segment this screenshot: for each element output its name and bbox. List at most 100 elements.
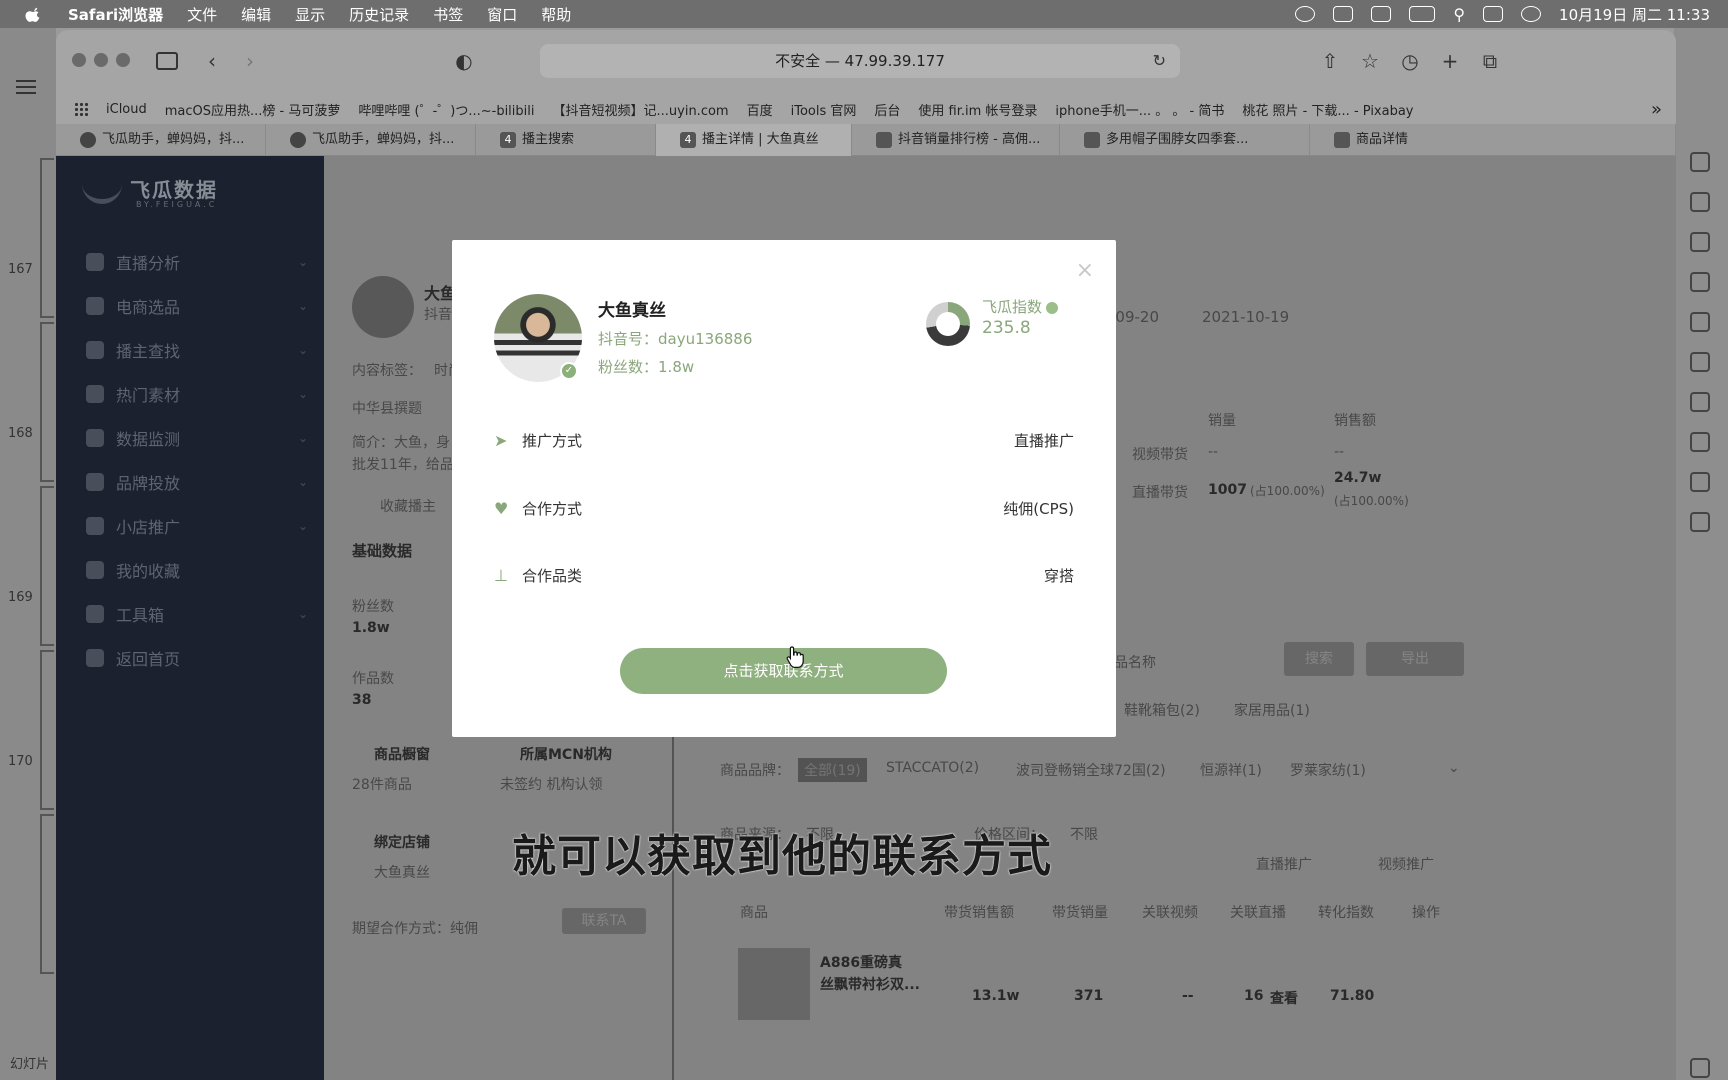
hand-cursor-icon bbox=[786, 646, 804, 668]
menu-bar: Safari浏览器 文件 编辑 显示 历史记录 书签 窗口 帮助 ⚲ 10月19… bbox=[0, 0, 1728, 28]
feigua-index-title: 飞瓜指数 bbox=[982, 298, 1043, 316]
bookmarks-bar: iCloud macOS应用热...榜 - 马可菠萝 哔哩哔哩 (゜-゜)つ..… bbox=[56, 94, 1676, 124]
close-window-button[interactable] bbox=[72, 53, 86, 67]
creator-name: 大鱼真丝 bbox=[598, 301, 666, 321]
slide-thumbnail[interactable] bbox=[40, 650, 54, 810]
bookmark-star-icon[interactable]: ☆ bbox=[1358, 50, 1382, 72]
battery-icon[interactable] bbox=[1409, 6, 1436, 22]
forward-icon[interactable]: › bbox=[238, 50, 262, 72]
browser-toolbar: ‹ › ◐ 不安全 — 47.99.39.177 ↻ ⇧ ☆ ◷ + ⧉ bbox=[56, 30, 1676, 94]
siri-icon[interactable] bbox=[1521, 6, 1542, 22]
slide-thumbnail[interactable] bbox=[40, 486, 54, 646]
bookmark-item[interactable]: 桃花 照片 - 下载... - Pixabay bbox=[1242, 100, 1413, 119]
taobao-icon bbox=[1334, 132, 1350, 148]
slide-thumbnail[interactable] bbox=[40, 322, 54, 482]
shapes-icon[interactable] bbox=[1690, 192, 1710, 212]
fullscreen-icon[interactable] bbox=[1690, 1058, 1710, 1078]
slide-thumbnail[interactable] bbox=[40, 158, 54, 318]
reload-icon[interactable]: ↻ bbox=[1153, 44, 1166, 78]
feigua-index-label: 飞瓜指数 bbox=[982, 296, 1059, 317]
bookmarks-overflow-icon[interactable]: » bbox=[1651, 99, 1662, 120]
tab-label: 飞瓜助手，蝉妈妈，抖... bbox=[312, 132, 455, 147]
menu-view[interactable]: 显示 bbox=[295, 4, 325, 25]
bookmark-item[interactable]: iphone手机一... 。 。 - 简书 bbox=[1055, 100, 1224, 119]
share-icon[interactable]: ⇧ bbox=[1318, 50, 1342, 72]
tab-active[interactable]: 4 播主详情 | 大鱼真丝 bbox=[656, 124, 852, 156]
pen-icon[interactable] bbox=[1690, 232, 1710, 252]
stack-icon[interactable] bbox=[1690, 352, 1710, 372]
tab-label: 多用帽子围脖女四季套... bbox=[1106, 132, 1249, 147]
menu-window[interactable]: 窗口 bbox=[487, 4, 517, 25]
record-status-icon[interactable] bbox=[1295, 6, 1316, 22]
get-contact-button[interactable]: 点击获取联系方式 bbox=[620, 648, 947, 694]
comment-icon[interactable] bbox=[1690, 152, 1710, 172]
tab-number-icon: 4 bbox=[680, 132, 696, 148]
history-clock-icon[interactable]: ◷ bbox=[1398, 50, 1422, 72]
bookmarks-grid-icon[interactable] bbox=[74, 102, 88, 116]
tab[interactable]: 4 播主搜索 bbox=[476, 124, 656, 156]
slides-label: 幻灯片 bbox=[10, 1057, 50, 1072]
coop-method-row: ♥ 合作方式 纯佣(CPS) bbox=[494, 498, 1074, 522]
bookmark-item[interactable]: 百度 bbox=[747, 100, 773, 119]
zoom-window-button[interactable] bbox=[116, 53, 130, 67]
tab[interactable]: 飞瓜助手，蝉妈妈，抖... bbox=[266, 124, 476, 156]
feigua-index-gauge-icon bbox=[926, 302, 970, 346]
fans-line: 粉丝数：1.8w bbox=[598, 356, 694, 377]
new-tab-icon[interactable]: + bbox=[1438, 50, 1462, 72]
menu-edit[interactable]: 编辑 bbox=[241, 4, 271, 25]
tab[interactable]: 飞瓜助手，蝉妈妈，抖... bbox=[56, 124, 266, 156]
settings-icon[interactable] bbox=[1690, 312, 1710, 332]
menu-help[interactable]: 帮助 bbox=[541, 4, 571, 25]
background-app-toolbar bbox=[1674, 28, 1728, 1080]
apple-icon[interactable] bbox=[24, 5, 44, 23]
address-bar[interactable]: 不安全 — 47.99.39.177 ↻ bbox=[540, 44, 1180, 78]
category-tree-icon: ⊥ bbox=[494, 566, 508, 585]
tab[interactable]: 多用帽子围脖女四季套... bbox=[1060, 124, 1310, 156]
bookmark-item[interactable]: iCloud bbox=[106, 102, 147, 117]
sliders-icon[interactable] bbox=[1690, 432, 1710, 452]
fans-value: 1.8w bbox=[658, 358, 695, 376]
tab[interactable]: 抖音销量排行榜 - 高佣... bbox=[852, 124, 1060, 156]
url-text: 不安全 — 47.99.39.177 bbox=[775, 52, 945, 70]
feigua-icon bbox=[290, 132, 306, 148]
tab-overview-icon[interactable]: ⧉ bbox=[1478, 50, 1502, 72]
back-icon[interactable]: ‹ bbox=[200, 50, 224, 72]
paper-plane-icon: ➤ bbox=[494, 431, 508, 450]
edit-icon[interactable] bbox=[1690, 272, 1710, 292]
bookmark-item[interactable]: macOS应用热...榜 - 马可菠萝 bbox=[165, 100, 341, 119]
verified-check-icon: ✓ bbox=[560, 362, 578, 380]
hamburger-icon[interactable] bbox=[16, 80, 36, 82]
menu-clock[interactable]: 10月19日 周二 11:33 bbox=[1559, 4, 1710, 25]
tab-label: 抖音销量排行榜 - 高佣... bbox=[898, 132, 1041, 147]
privacy-shield-icon[interactable]: ◐ bbox=[452, 50, 476, 72]
spotlight-icon[interactable]: ⚲ bbox=[1453, 5, 1465, 24]
coop-category-label: 合作品类 bbox=[522, 567, 583, 585]
minimize-window-button[interactable] bbox=[94, 53, 108, 67]
info-icon[interactable] bbox=[1046, 301, 1059, 314]
history-icon[interactable] bbox=[1690, 472, 1710, 492]
star-icon[interactable] bbox=[1690, 392, 1710, 412]
promo-method-label: 推广方式 bbox=[522, 432, 583, 450]
image-icon[interactable] bbox=[1690, 512, 1710, 532]
feigua-icon bbox=[876, 132, 892, 148]
close-icon[interactable]: × bbox=[1076, 258, 1094, 283]
tab-bar: 飞瓜助手，蝉妈妈，抖... 飞瓜助手，蝉妈妈，抖... 4 播主搜索 4 播主详情 … bbox=[56, 124, 1676, 156]
bookmark-item[interactable]: 哔哩哔哩 (゜-゜)つ...~-bilibili bbox=[358, 100, 534, 119]
wps-icon[interactable] bbox=[1333, 6, 1354, 22]
web-page: 飞瓜数据 BY.FEIGUA.C 直播分析 ⌄ 电商选品 ⌄ 播主查找 ⌄ 热门素材 ⌄… bbox=[56, 156, 1676, 1080]
tab-label: 播主搜索 bbox=[522, 132, 575, 147]
bookmark-item[interactable]: 【抖音短视频】记...uyin.com bbox=[553, 100, 729, 119]
bookmark-item[interactable]: iTools 官网 bbox=[791, 100, 857, 119]
slide-thumbnail[interactable] bbox=[40, 814, 54, 974]
menu-app-name[interactable]: Safari浏览器 bbox=[68, 4, 163, 25]
bookmark-item[interactable]: 后台 bbox=[874, 100, 900, 119]
menu-file[interactable]: 文件 bbox=[187, 4, 217, 25]
control-center-icon[interactable] bbox=[1483, 6, 1504, 22]
menu-history[interactable]: 历史记录 bbox=[349, 4, 409, 25]
tab-label: 播主详情 | 大鱼真丝 bbox=[702, 132, 819, 147]
menu-bookmarks[interactable]: 书签 bbox=[433, 4, 463, 25]
bookmark-item[interactable]: 使用 fir.im 帐号登录 bbox=[918, 100, 1037, 119]
input-method-icon[interactable] bbox=[1371, 6, 1392, 22]
sidebar-toggle-icon[interactable] bbox=[156, 52, 178, 70]
tab[interactable]: 商品详情 bbox=[1310, 124, 1676, 156]
